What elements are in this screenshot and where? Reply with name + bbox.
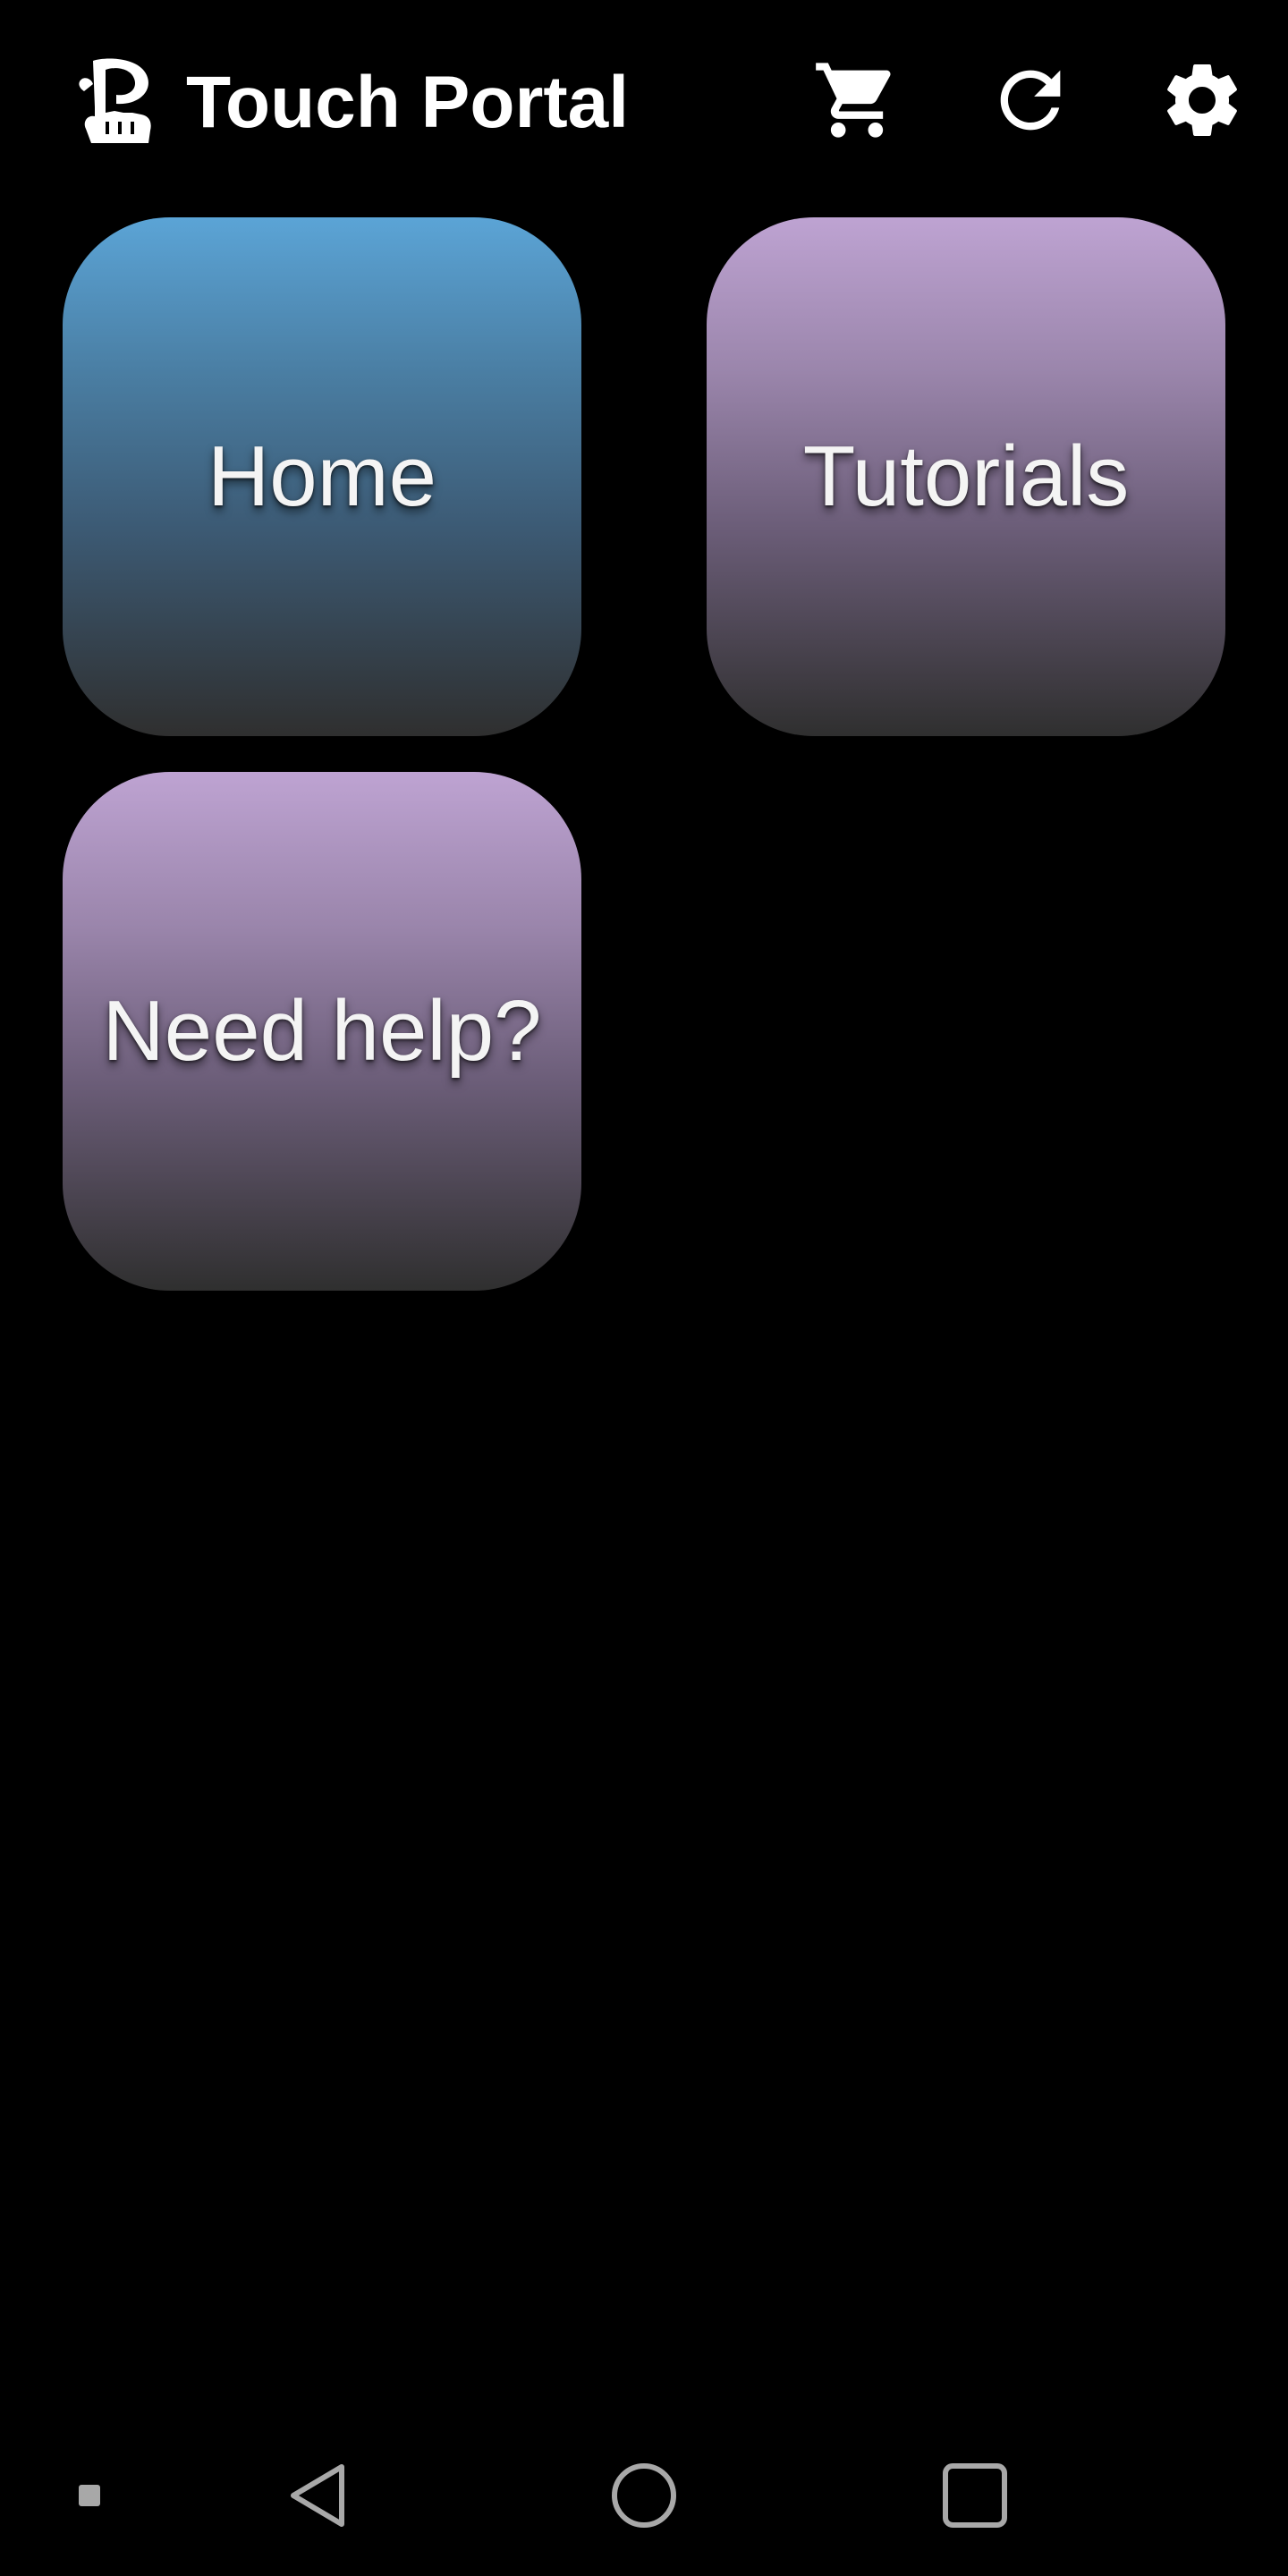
tutorials-tile-button[interactable]: Tutorials	[707, 217, 1225, 736]
back-triangle-icon	[291, 2464, 344, 2527]
gear-icon	[1167, 64, 1237, 136]
settings-button[interactable]	[1157, 55, 1247, 145]
nav-back-button[interactable]	[268, 2415, 367, 2576]
recents-square-icon	[943, 2463, 1007, 2528]
need-help-tile-label: Need help?	[102, 983, 542, 1079]
refresh-button[interactable]	[986, 55, 1075, 145]
nav-small-square-button[interactable]	[54, 2415, 125, 2576]
nav-recents-button[interactable]	[926, 2415, 1024, 2576]
home-circle-icon	[612, 2463, 676, 2528]
tutorials-tile-label: Tutorials	[802, 428, 1130, 524]
cart-button[interactable]	[812, 55, 902, 145]
home-tile-button[interactable]: Home	[63, 217, 581, 736]
app-header: Touch Portal	[0, 0, 1288, 206]
need-help-tile-button[interactable]: Need help?	[63, 772, 581, 1291]
home-tile-label: Home	[207, 428, 437, 524]
touch-portal-logo-icon	[75, 55, 156, 145]
nav-home-button[interactable]	[595, 2415, 693, 2576]
android-nav-bar	[0, 2415, 1288, 2576]
cart-icon	[816, 63, 891, 138]
square-dot-icon	[79, 2485, 100, 2506]
app-title: Touch Portal	[186, 62, 630, 143]
screen: Touch Portal Home Tutorials Need help?	[0, 0, 1288, 2576]
refresh-icon	[1000, 70, 1061, 131]
